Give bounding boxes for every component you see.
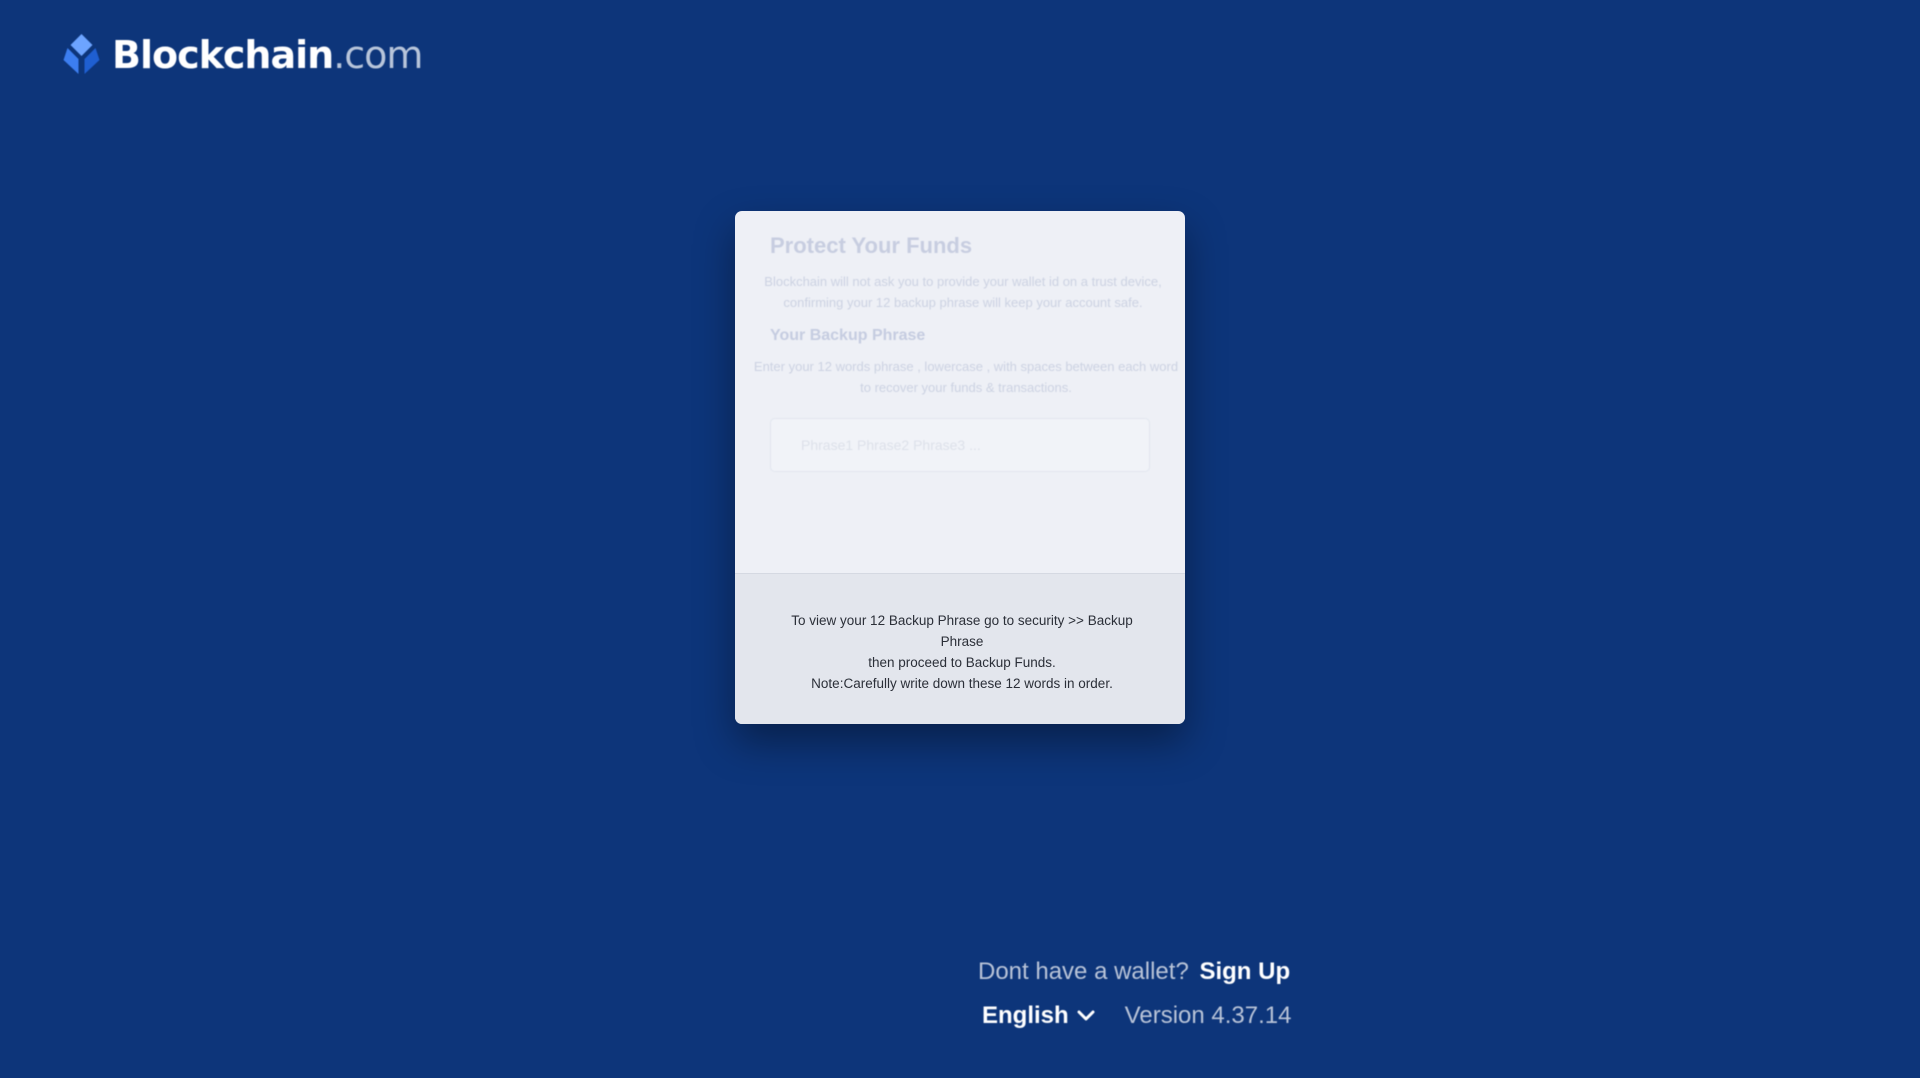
- blockchain-logo-icon: [63, 34, 100, 74]
- brand-name-text: Blockchain: [112, 33, 334, 77]
- backup-phrase-heading: Your Backup Phrase: [770, 327, 926, 344]
- card-footer: To view your 12 Backup Phrase go to secu…: [735, 573, 1185, 724]
- version-label: Version 4.37.14: [1124, 1002, 1292, 1029]
- chevron-down-icon: [1077, 1010, 1095, 1021]
- card-content: Protect Your Funds Blockchain will not a…: [735, 211, 1185, 573]
- backup-phrase-input[interactable]: [770, 418, 1150, 472]
- footer-line-2: then proceed to Backup Funds.: [868, 655, 1056, 670]
- footer-line-3: Note:Carefully write down these 12 words…: [811, 676, 1113, 691]
- footer-note: To view your 12 Backup Phrase go to secu…: [775, 610, 1149, 694]
- signup-link[interactable]: Sign Up: [1199, 958, 1290, 985]
- brand-suffix: .com: [333, 33, 423, 77]
- card-description: Blockchain will not ask you to provide y…: [764, 274, 1162, 310]
- brand-name: Blockchain.com: [112, 33, 423, 77]
- footer-line-1: To view your 12 Backup Phrase go to secu…: [791, 613, 1133, 649]
- brand-logo[interactable]: Blockchain.com: [61, 33, 423, 77]
- backup-phrase-instructions: Enter your 12 words phrase , lowercase ,…: [753, 359, 1179, 395]
- card-title: Protect Your Funds: [770, 233, 973, 258]
- footer-meta: English Version 4.37.14: [982, 1002, 1291, 1030]
- protect-funds-card: Protect Your Funds Blockchain will not a…: [735, 211, 1185, 724]
- signup-prompt: Dont have a wallet?: [978, 958, 1189, 985]
- signup-row: Dont have a wallet? Sign Up: [978, 958, 1290, 986]
- language-selector[interactable]: English: [982, 1002, 1095, 1030]
- language-label: English: [982, 1002, 1069, 1029]
